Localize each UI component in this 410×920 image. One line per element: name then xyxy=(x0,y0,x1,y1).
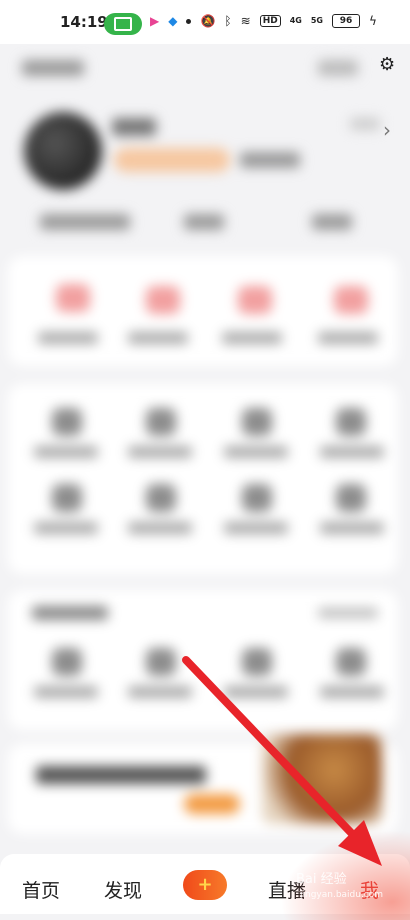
plus-icon: + xyxy=(197,874,213,895)
status-time: 14:19 xyxy=(60,13,108,31)
watermark: Bai 经验 xyxy=(296,872,347,887)
chevron-right-icon[interactable]: › xyxy=(383,118,391,142)
hd-icon: HD xyxy=(259,15,281,27)
wifi-icon: ≋ xyxy=(240,14,251,28)
settings-icon[interactable]: ⚙ xyxy=(379,54,395,75)
promo-image xyxy=(262,734,382,824)
cast-icon[interactable] xyxy=(104,13,142,35)
mute-icon: 🔕 xyxy=(200,14,216,28)
status-icons: ▶ ◆ 🔕 ᛒ ≋ HD 4G 5G 96 ϟ xyxy=(150,14,377,28)
battery-icon: 96 xyxy=(331,14,360,28)
status-bar: 14:19 ▶ ◆ 🔕 ᛒ ≋ HD 4G 5G 96 ϟ xyxy=(0,0,410,44)
nav-discover[interactable]: 发现 xyxy=(104,876,142,903)
app-icon: ◆ xyxy=(168,14,178,28)
charging-icon: ϟ xyxy=(368,14,377,28)
signal-5g-icon: 5G xyxy=(310,16,323,25)
signal-4g-icon: 4G xyxy=(289,16,302,25)
play-icon: ▶ xyxy=(150,14,160,28)
bluetooth-icon: ᛒ xyxy=(224,14,232,28)
nav-home[interactable]: 首页 xyxy=(22,876,60,903)
avatar xyxy=(24,112,102,190)
blurred-profile-content xyxy=(0,44,410,854)
nav-add-button[interactable]: + xyxy=(183,870,227,900)
watermark-url: jingyan.baidu.com xyxy=(300,890,384,900)
notification-dot-icon xyxy=(186,18,192,24)
